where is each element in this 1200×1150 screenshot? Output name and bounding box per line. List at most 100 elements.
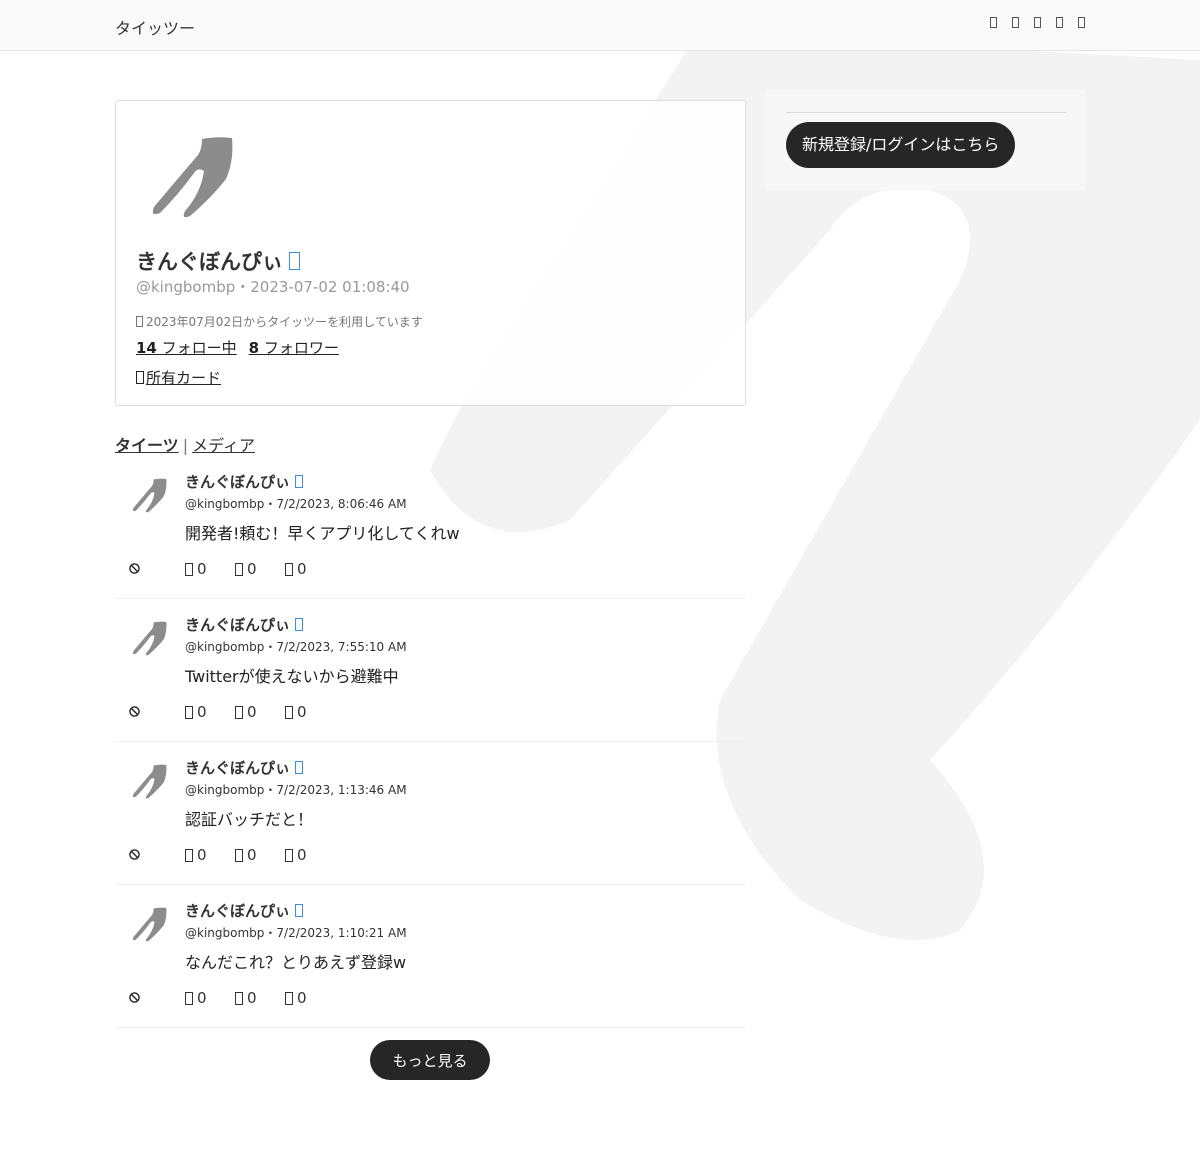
- profile-avatar: [152, 137, 233, 218]
- post-item[interactable]: きんぐぼんぴぃ @kingbombp・7/2/2023, 8:06:46 AM …: [115, 456, 746, 599]
- block-icon[interactable]: [129, 563, 140, 574]
- like-count: 0: [297, 846, 307, 864]
- post-author-name: きんぐぼんぴぃ: [185, 616, 291, 634]
- post-avatar[interactable]: [130, 619, 168, 657]
- post-actions: 0 0 0: [185, 846, 335, 864]
- reply-button[interactable]: 0: [185, 846, 235, 864]
- repost-count: 0: [247, 560, 257, 578]
- repost-button[interactable]: 0: [235, 703, 285, 721]
- reply-button[interactable]: 0: [185, 989, 235, 1007]
- like-count: 0: [297, 989, 307, 1007]
- tab-media[interactable]: メディア: [192, 436, 255, 455]
- like-icon: [285, 705, 293, 719]
- card-icon: [136, 371, 144, 384]
- post-author[interactable]: きんぐぼんぴぃ: [185, 614, 304, 635]
- login-button[interactable]: 新規登録/ログインはこちら: [786, 122, 1016, 168]
- post-author-name: きんぐぼんぴぃ: [185, 902, 291, 920]
- post-avatar[interactable]: [130, 762, 168, 800]
- post-text: Twitterが使えないから避難中: [185, 667, 399, 686]
- reply-icon: [185, 705, 193, 719]
- header-nav: [990, 17, 1085, 28]
- followers-link[interactable]: 8 フォロワー: [249, 337, 339, 358]
- repost-count: 0: [247, 846, 257, 864]
- like-count: 0: [297, 703, 307, 721]
- bell-icon[interactable]: [1034, 17, 1041, 28]
- profile-card: きんぐぼんぴぃ @kingbombp・2023-07-02 01:08:40 2…: [115, 100, 746, 406]
- repost-icon: [235, 991, 243, 1005]
- profile-handle-date: @kingbombp・2023-07-02 01:08:40: [136, 278, 410, 296]
- post-feed: きんぐぼんぴぃ @kingbombp・7/2/2023, 8:06:46 AM …: [115, 456, 746, 1028]
- reply-icon: [185, 562, 193, 576]
- verified-badge-icon: [289, 252, 300, 270]
- site-brand[interactable]: タイッツー: [115, 15, 195, 39]
- follow-stats: 14 フォロー中 8 フォロワー: [136, 337, 339, 358]
- reply-count: 0: [197, 989, 207, 1007]
- calendar-icon: [136, 316, 143, 327]
- post-item[interactable]: きんぐぼんぴぃ @kingbombp・7/2/2023, 1:10:21 AM …: [115, 885, 746, 1028]
- repost-icon: [235, 848, 243, 862]
- owned-cards-label: 所有カード: [146, 369, 222, 387]
- like-button[interactable]: 0: [285, 560, 335, 578]
- verified-badge-icon: [295, 475, 304, 488]
- reply-count: 0: [197, 560, 207, 578]
- profile-since-line: 2023年07月02日からタイッツーを利用しています: [136, 313, 423, 330]
- post-meta: @kingbombp・7/2/2023, 7:55:10 AM: [185, 640, 407, 654]
- sidebar-divider: [786, 112, 1066, 113]
- repost-count: 0: [247, 703, 257, 721]
- post-actions: 0 0 0: [185, 703, 335, 721]
- mail-icon[interactable]: [1056, 17, 1063, 28]
- profile-display-name: きんぐぼんぴぃ: [136, 246, 300, 276]
- post-item[interactable]: きんぐぼんぴぃ @kingbombp・7/2/2023, 7:55:10 AM …: [115, 599, 746, 742]
- post-text: 認証バッチだと！: [185, 810, 314, 829]
- repost-button[interactable]: 0: [235, 846, 285, 864]
- repost-count: 0: [247, 989, 257, 1007]
- block-icon[interactable]: [129, 992, 140, 1003]
- owned-cards-link[interactable]: 所有カード: [136, 367, 221, 388]
- search-icon[interactable]: [1012, 17, 1019, 28]
- post-text: 開発者!頼む！早くアプリ化してくれw: [185, 524, 460, 543]
- verified-badge-icon: [295, 904, 304, 917]
- post-text: なんだこれ？とりあえず登録w: [185, 953, 407, 972]
- tab-posts[interactable]: タイーツ: [115, 436, 179, 455]
- like-button[interactable]: 0: [285, 703, 335, 721]
- post-meta: @kingbombp・7/2/2023, 8:06:46 AM: [185, 497, 407, 511]
- profile-since-text: 2023年07月02日からタイッツーを利用しています: [146, 315, 423, 329]
- post-author[interactable]: きんぐぼんぴぃ: [185, 757, 304, 778]
- block-icon[interactable]: [129, 849, 140, 860]
- verified-badge-icon: [295, 618, 304, 631]
- post-meta: @kingbombp・7/2/2023, 1:10:21 AM: [185, 926, 407, 940]
- load-more-button[interactable]: もっと見る: [370, 1040, 490, 1080]
- post-avatar[interactable]: [130, 905, 168, 943]
- reply-count: 0: [197, 703, 207, 721]
- user-icon[interactable]: [1078, 17, 1085, 28]
- like-count: 0: [297, 560, 307, 578]
- repost-icon: [235, 705, 243, 719]
- post-author[interactable]: きんぐぼんぴぃ: [185, 471, 304, 492]
- home-icon[interactable]: [990, 17, 997, 28]
- reply-count: 0: [197, 846, 207, 864]
- verified-badge-icon: [295, 761, 304, 774]
- like-icon: [285, 562, 293, 576]
- profile-tabs: タイーツ | メディア: [115, 432, 255, 456]
- sidebar-login-card: 新規登録/ログインはこちら: [765, 90, 1086, 190]
- post-item[interactable]: きんぐぼんぴぃ @kingbombp・7/2/2023, 1:13:46 AM …: [115, 742, 746, 885]
- repost-button[interactable]: 0: [235, 989, 285, 1007]
- post-meta: @kingbombp・7/2/2023, 1:13:46 AM: [185, 783, 407, 797]
- tab-separator: |: [182, 436, 189, 455]
- like-button[interactable]: 0: [285, 846, 335, 864]
- post-author[interactable]: きんぐぼんぴぃ: [185, 900, 304, 921]
- repost-button[interactable]: 0: [235, 560, 285, 578]
- reply-button[interactable]: 0: [185, 703, 235, 721]
- like-button[interactable]: 0: [285, 989, 335, 1007]
- post-author-name: きんぐぼんぴぃ: [185, 759, 291, 777]
- reply-icon: [185, 848, 193, 862]
- reply-icon: [185, 991, 193, 1005]
- repost-icon: [235, 562, 243, 576]
- following-link[interactable]: 14 フォロー中: [136, 337, 237, 358]
- like-icon: [285, 848, 293, 862]
- reply-button[interactable]: 0: [185, 560, 235, 578]
- block-icon[interactable]: [129, 706, 140, 717]
- post-avatar[interactable]: [130, 476, 168, 514]
- like-icon: [285, 991, 293, 1005]
- post-actions: 0 0 0: [185, 989, 335, 1007]
